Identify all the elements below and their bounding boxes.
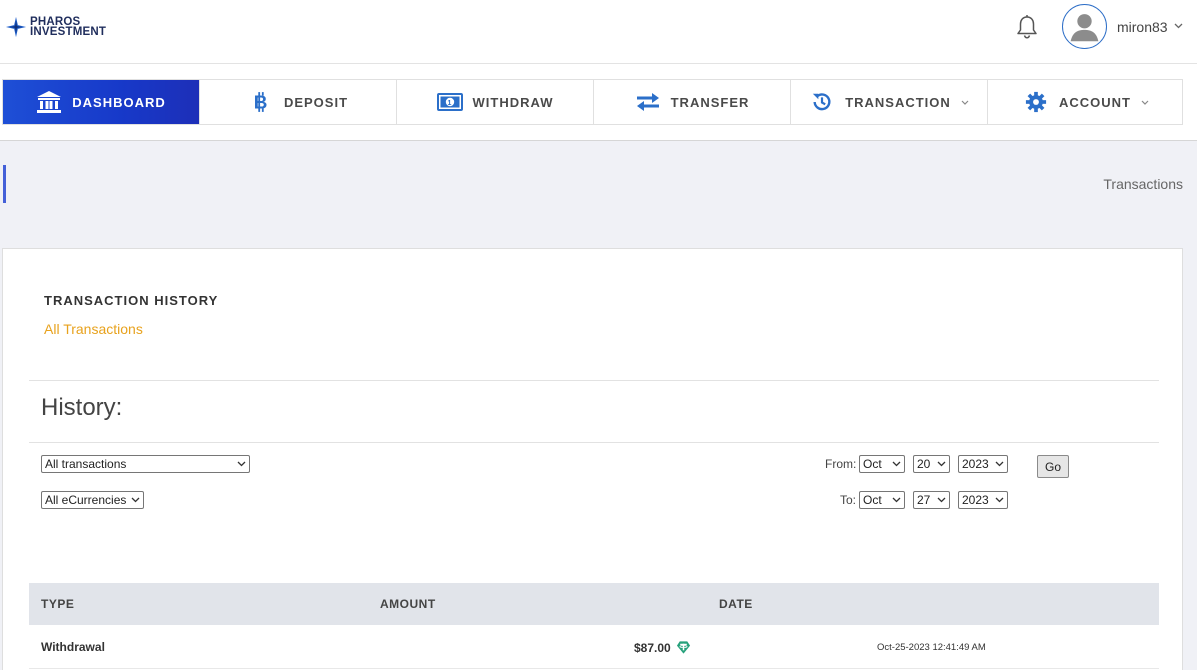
from-label: From: [825,457,857,471]
all-transactions-link[interactable]: All Transactions [44,321,143,337]
from-year-select[interactable]: 2023 [958,455,1008,473]
brand-logo[interactable]: PHAROS INVESTMENT [5,16,106,38]
top-header: PHAROS INVESTMENT miron83 [0,0,1197,64]
bell-icon[interactable] [1015,14,1039,40]
divider [29,442,1159,443]
nav-dashboard[interactable]: DASHBOARD [3,80,200,124]
nav-deposit[interactable]: B DEPOSIT [200,80,397,124]
select-value: 2023 [962,493,989,507]
nav-withdraw[interactable]: 1 WITHDRAW [397,80,594,124]
money-bill-icon: 1 [436,90,463,114]
from-month-select[interactable]: Oct [859,455,905,473]
card-title: TRANSACTION HISTORY [44,293,219,308]
user-avatar-icon[interactable] [1062,4,1107,49]
select-value: 2023 [962,457,989,471]
bank-icon [36,90,62,114]
row-amount: $87.00 [634,640,691,655]
breadcrumb[interactable]: Transactions [1103,176,1183,192]
select-value: 27 [917,493,931,507]
main-navbar: DASHBOARD B DEPOSIT 1 WITHDRAW TRANSFER … [0,64,1197,141]
nav-transfer[interactable]: TRANSFER [594,80,791,124]
select-value: Oct [863,493,882,507]
chevron-down-icon [1141,100,1149,105]
chevron-down-icon [961,100,969,105]
page-accent-bar [3,165,6,203]
history-heading: History: [41,394,123,421]
ecurrency-select[interactable]: All eCurrencies [41,491,144,509]
nav-label: DASHBOARD [72,94,166,110]
nav-label: ACCOUNT [1059,94,1131,110]
compass-star-icon [5,16,27,38]
amount-value: $87.00 [634,640,671,655]
nav-label: DEPOSIT [283,94,349,110]
nav-label: WITHDRAW [472,94,554,110]
nav-label: TRANSFER [670,94,750,110]
nav-account[interactable]: ACCOUNT [988,80,1184,124]
column-header-amount: AMOUNT [380,597,436,611]
column-header-type: TYPE [41,597,75,611]
to-month-select[interactable]: Oct [859,491,905,509]
select-value: 20 [917,457,931,471]
to-label: To: [840,493,857,507]
table-header: TYPE AMOUNT DATE [29,583,1159,625]
chevron-down-icon [131,497,140,503]
table-row: Withdrawal $87.00 Oct-25-2023 12:41:49 A… [29,625,1159,669]
chevron-down-icon [995,497,1004,503]
nav-label: TRANSACTION [845,94,951,110]
chevron-down-icon [892,461,901,467]
svg-text:1: 1 [447,100,452,107]
from-day-select[interactable]: 20 [913,455,950,473]
select-value: Oct [863,457,882,471]
bitcoin-icon: B [248,90,274,114]
tether-icon [676,641,690,654]
row-type: Withdrawal [41,640,105,654]
username[interactable]: miron83 [1117,19,1168,35]
svg-text:B: B [254,92,269,113]
chevron-down-icon [995,461,1004,467]
divider [29,380,1159,381]
select-value: All eCurrencies [45,493,127,507]
chevron-down-icon [892,497,901,503]
exchange-arrows-icon [635,90,661,114]
row-date: Oct-25-2023 12:41:49 AM [877,642,986,653]
nav-transaction[interactable]: TRANSACTION [791,80,988,124]
chevron-down-icon [937,497,946,503]
column-header-date: DATE [719,597,753,611]
chevron-down-icon [937,461,946,467]
chevron-down-icon [237,461,246,467]
to-day-select[interactable]: 27 [913,491,950,509]
chevron-down-icon[interactable] [1174,23,1183,29]
gear-icon [1023,90,1049,114]
transaction-type-select[interactable]: All transactions [41,455,250,473]
history-icon [809,90,835,114]
to-year-select[interactable]: 2023 [958,491,1008,509]
transaction-history-card: TRANSACTION HISTORY All Transactions His… [2,248,1183,670]
nav-list: DASHBOARD B DEPOSIT 1 WITHDRAW TRANSFER … [2,79,1183,125]
logo-text: PHAROS INVESTMENT [30,16,107,38]
go-button[interactable]: Go [1037,455,1069,478]
select-value: All transactions [45,457,127,471]
